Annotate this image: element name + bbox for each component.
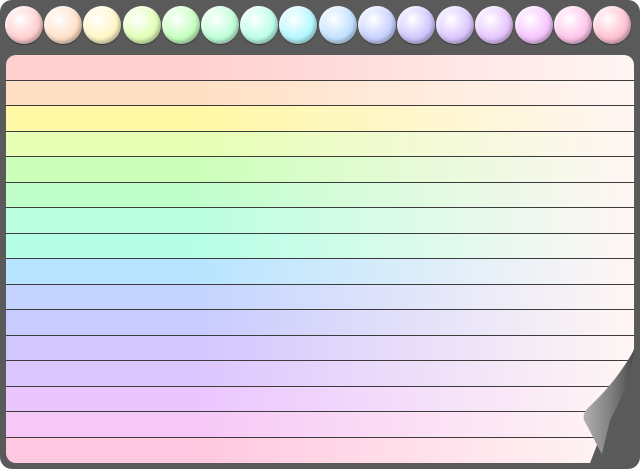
color-dot	[397, 6, 435, 44]
paper-line	[6, 412, 634, 438]
color-dot	[201, 6, 239, 44]
color-dot	[436, 6, 475, 44]
paper-line	[6, 284, 634, 310]
paper-line	[6, 55, 634, 81]
paper-line	[6, 386, 634, 412]
color-dot	[357, 6, 396, 44]
paper-line	[6, 208, 634, 234]
color-dot	[240, 6, 279, 44]
paper-line	[6, 182, 634, 208]
color-dot	[122, 6, 161, 44]
color-dot	[279, 6, 318, 44]
paper-line	[6, 335, 634, 361]
paper-line	[6, 361, 634, 387]
color-dot	[318, 6, 357, 44]
paper-line	[6, 259, 634, 285]
paper-line	[6, 80, 634, 106]
color-dot	[5, 6, 43, 44]
color-dot	[475, 6, 514, 44]
color-dot	[514, 6, 553, 44]
paper-line	[6, 131, 634, 157]
color-dots	[5, 6, 637, 46]
paper-line	[6, 310, 634, 336]
notepad-frame	[0, 0, 640, 469]
color-dot	[553, 6, 592, 44]
lined-paper	[6, 55, 634, 463]
color-dot	[44, 6, 83, 44]
color-dot	[161, 6, 200, 44]
color-dot	[593, 6, 631, 44]
page-curl-icon	[583, 350, 635, 465]
paper-line	[6, 157, 634, 183]
paper-line	[6, 106, 634, 132]
paper-line	[6, 437, 634, 463]
paper-line	[6, 233, 634, 259]
color-dot	[83, 6, 122, 44]
